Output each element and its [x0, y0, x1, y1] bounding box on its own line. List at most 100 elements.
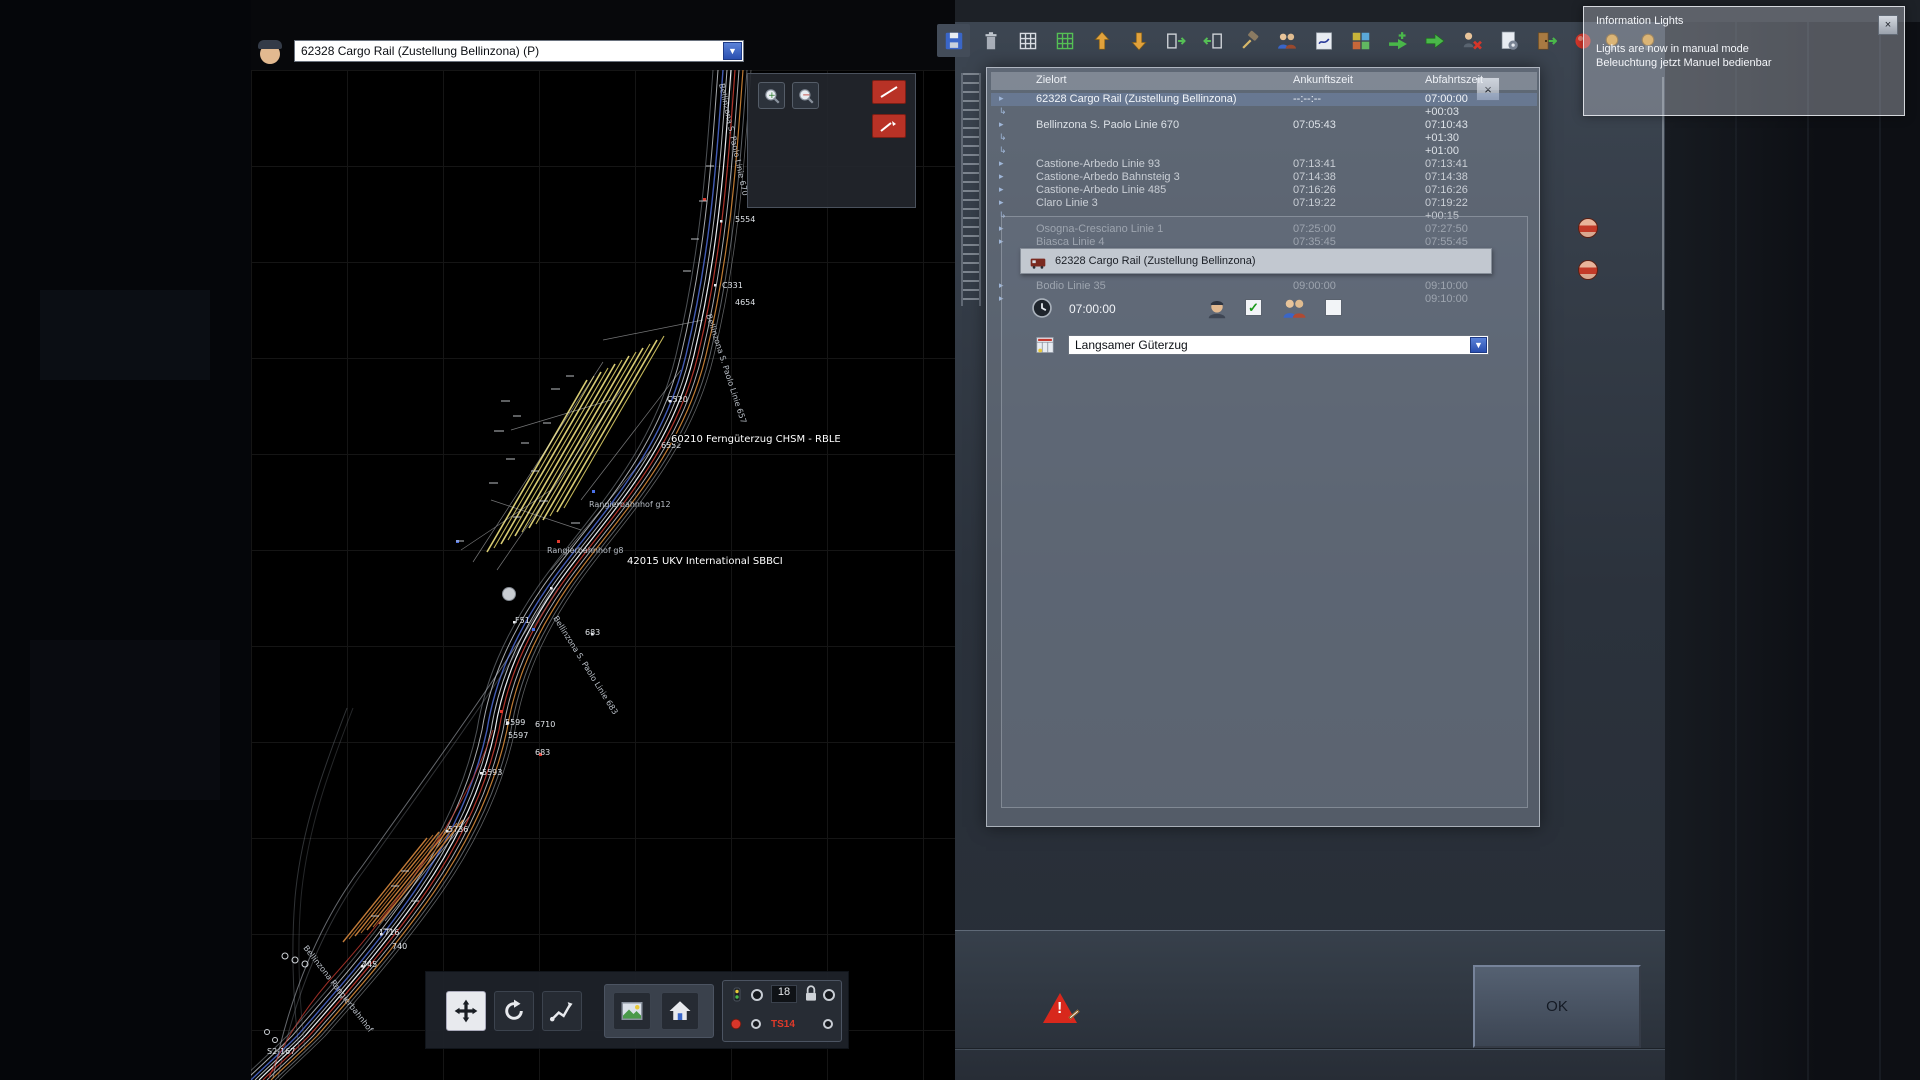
grid-small-button[interactable]	[1011, 24, 1044, 57]
signal-label: 6710	[535, 720, 555, 729]
exit-button[interactable]	[1529, 24, 1562, 57]
edit-document-button[interactable]	[1307, 24, 1340, 57]
row-type-icon: ↳	[999, 144, 1007, 157]
table-row[interactable]: ▸ Castione-Arbedo Linie 485 07:16:26 07:…	[991, 184, 1537, 197]
route-block-tool-button[interactable]	[872, 80, 906, 104]
map-toolbar: 18 TS14	[425, 971, 849, 1049]
col-abfahrtszeit: Abfahrtszeit	[1425, 74, 1483, 86]
signal-label: 683	[535, 748, 550, 757]
screenshot-button[interactable]	[613, 992, 651, 1030]
row-departure: +01:00	[1425, 145, 1459, 158]
row-type-icon: ▸	[999, 196, 1004, 209]
passengers-option-icon[interactable]	[1281, 295, 1308, 322]
table-row[interactable]: ▸ Castione-Arbedo Linie 93 07:13:41 07:1…	[991, 158, 1537, 171]
selected-train-tooltip[interactable]: 62328 Cargo Rail (Zustellung Bellinzona)	[1020, 248, 1492, 274]
table-row[interactable]: ▸ 62328 Cargo Rail (Zustellung Bellinzon…	[991, 93, 1537, 106]
signal-aspect-icon[interactable]	[729, 987, 745, 1003]
col-zielort: Zielort	[1036, 74, 1067, 86]
depart-plus-button[interactable]	[1381, 24, 1414, 57]
row-type-icon: ▸	[999, 170, 1004, 183]
table-row[interactable]: ▸ Bellinzona S. Paolo Linie 670 07:05:43…	[991, 119, 1537, 132]
toggle-circle[interactable]	[823, 989, 835, 1001]
row-type-icon: ▸	[999, 183, 1004, 196]
signal-settings-group: 18 TS14	[722, 980, 842, 1042]
rotate-tool-button[interactable]	[494, 991, 534, 1031]
row-destination: Castione-Arbedo Linie 93	[1036, 158, 1160, 171]
grid-large-button[interactable]	[1048, 24, 1081, 57]
passengers-checkbox[interactable]	[1325, 299, 1342, 316]
toggle-circle[interactable]	[751, 1019, 761, 1029]
crew-button[interactable]	[1270, 24, 1303, 57]
move-down-button[interactable]	[1122, 24, 1155, 57]
table-header: Zielort Ankunftszeit Abfahrtszeit	[991, 72, 1537, 90]
warning-icon[interactable]: !	[1043, 993, 1077, 1023]
close-icon[interactable]: ×	[1878, 15, 1898, 35]
cab-view-strip	[1665, 22, 1920, 1080]
notification-panel: Information Lights Lights are now in man…	[1583, 6, 1905, 116]
signal-label: S2-167	[267, 1047, 295, 1056]
assign-right-button[interactable]	[1159, 24, 1192, 57]
signal-label: 5599	[505, 718, 525, 727]
driver-marker-icon[interactable]	[1578, 260, 1598, 280]
table-row[interactable]: ↳ +01:30	[991, 132, 1537, 145]
signal-label: 4654	[735, 298, 755, 307]
svg-text:+: +	[768, 91, 776, 101]
driver-checkbox[interactable]: ✓	[1245, 299, 1262, 316]
route-tool-button[interactable]	[542, 991, 582, 1031]
signal-label: 683	[585, 628, 600, 637]
table-row[interactable]: ▸ Claro Linie 3 07:19:22 07:19:22	[991, 197, 1537, 210]
train-label[interactable]: 60210 Ferngüterzug CHSM - RBLE	[671, 434, 841, 445]
signal-label: 5554	[735, 215, 755, 224]
notification-title: Information Lights	[1596, 15, 1683, 27]
train-type-dropdown[interactable]: Langsamer Güterzug ▼	[1068, 335, 1489, 355]
signal-label: 740	[392, 942, 407, 951]
selection-ball[interactable]	[503, 588, 516, 601]
zoom-in-button[interactable]: +	[758, 82, 785, 109]
row-departure: +00:03	[1425, 106, 1459, 119]
remove-crew-button[interactable]	[1455, 24, 1488, 57]
row-type-icon: ↳	[999, 105, 1007, 118]
table-row[interactable]: ↳ +00:03	[991, 106, 1537, 119]
home-view-button[interactable]	[661, 992, 699, 1030]
zoom-out-button[interactable]: −	[792, 82, 819, 109]
signal-label: 5736	[448, 825, 468, 834]
toggle-circle[interactable]	[823, 1019, 833, 1029]
driver-option-icon[interactable]	[1205, 296, 1229, 320]
signal-label: F51	[515, 616, 530, 625]
consist-blocks-button[interactable]	[1344, 24, 1377, 57]
document-settings-button[interactable]	[1492, 24, 1525, 57]
delete-button[interactable]	[974, 24, 1007, 57]
pan-tool-button[interactable]	[446, 991, 486, 1031]
chevron-down-icon[interactable]: ▼	[723, 42, 742, 60]
track-map[interactable]: 5554 C331 4654 C520 6552 F51 683 5599 67…	[251, 70, 955, 1080]
row-type-icon: ▸	[999, 157, 1004, 170]
depart-button[interactable]	[1418, 24, 1451, 57]
move-up-button[interactable]	[1085, 24, 1118, 57]
save-button[interactable]	[937, 24, 970, 57]
signal-label: 745	[362, 960, 377, 969]
track-map-svg: 5554 C331 4654 C520 6552 F51 683 5599 67…	[251, 70, 955, 1080]
row-arrival: 07:13:41	[1293, 158, 1336, 171]
assign-left-button[interactable]	[1196, 24, 1229, 57]
tools-button[interactable]	[1233, 24, 1266, 57]
signal-label: 5593	[482, 768, 502, 777]
table-row[interactable]: ▸ Castione-Arbedo Bahnsteig 3 07:14:38 0…	[991, 171, 1537, 184]
toggle-circle[interactable]	[751, 989, 763, 1001]
train-select-dropdown[interactable]: 62328 Cargo Rail (Zustellung Bellinzona)…	[294, 40, 744, 62]
zoom-level-field[interactable]: 18	[771, 985, 797, 1003]
ok-button[interactable]: OK	[1473, 965, 1641, 1048]
chevron-down-icon[interactable]: ▼	[1470, 337, 1487, 353]
driver-marker-icon[interactable]	[1578, 218, 1598, 238]
train-label[interactable]: 42015 UKV International SBBCI	[627, 556, 783, 567]
signal-label: C331	[722, 281, 743, 290]
route-draw-tool-button[interactable]	[872, 114, 906, 138]
row-type-icon: ↳	[999, 131, 1007, 144]
red-signal-icon[interactable]	[729, 1017, 743, 1031]
tooltip-train-name: 62328 Cargo Rail (Zustellung Bellinzona)	[1055, 255, 1256, 267]
app-window: 5554 C331 4654 C520 6552 F51 683 5599 67…	[0, 0, 1920, 1080]
lock-icon[interactable]	[803, 984, 819, 1004]
departure-time-field[interactable]: 07:00:00	[1069, 302, 1116, 316]
track-ladder	[961, 73, 981, 306]
main-toolbar	[937, 24, 1599, 57]
table-row[interactable]: ↳ +01:00	[991, 145, 1537, 158]
